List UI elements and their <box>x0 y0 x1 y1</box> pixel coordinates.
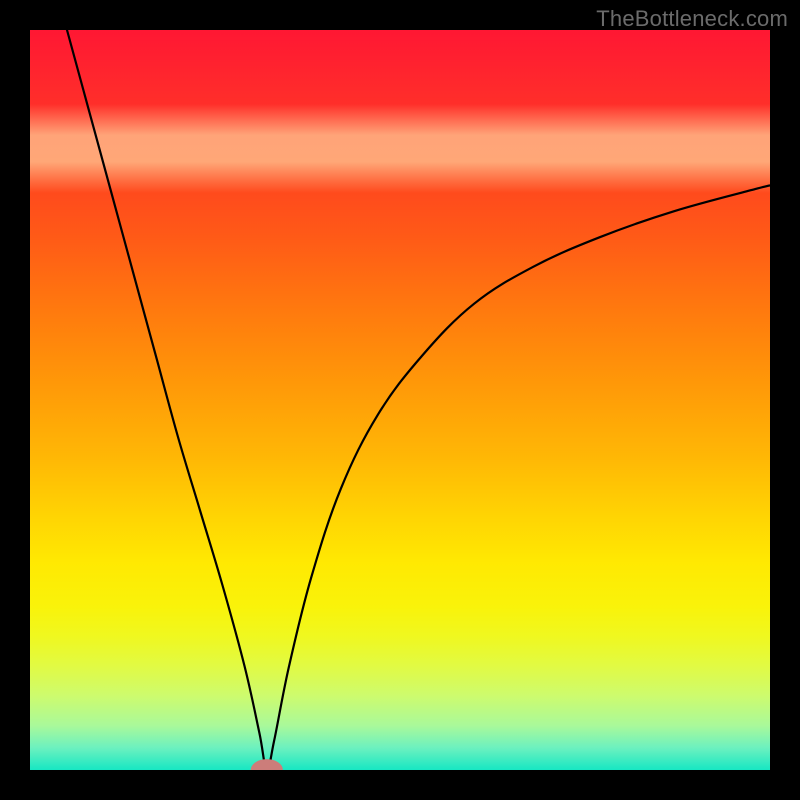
chart-container: TheBottleneck.com <box>0 0 800 800</box>
watermark-text: TheBottleneck.com <box>596 6 788 32</box>
chart-frame <box>0 0 800 800</box>
